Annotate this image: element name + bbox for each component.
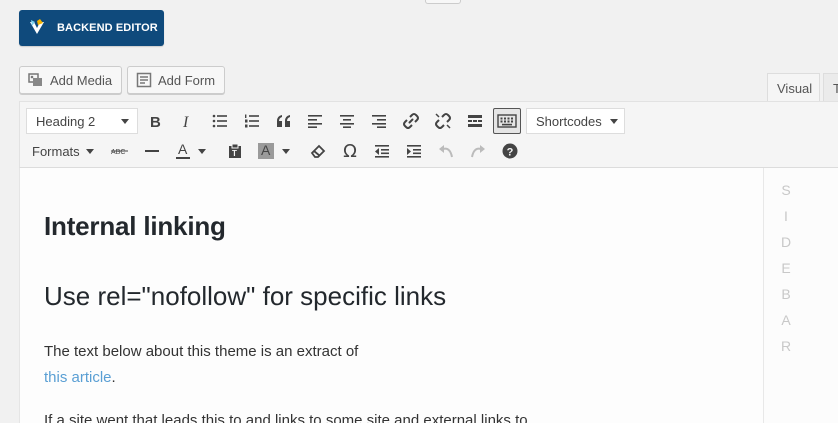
align-right-icon	[372, 115, 386, 128]
svg-text:I: I	[182, 114, 189, 128]
toolbar-toggle-icon	[497, 114, 517, 128]
tab-visual[interactable]: Visual	[767, 73, 820, 102]
redo-button[interactable]	[464, 137, 492, 165]
indent-button[interactable]	[400, 137, 428, 165]
strike-label: ABC	[111, 149, 125, 156]
sidebar-letter: S	[781, 182, 791, 198]
bullet-list-button[interactable]	[206, 107, 234, 135]
align-center-icon	[340, 115, 354, 128]
outdent-icon	[375, 145, 389, 158]
paste-text-button[interactable]: T	[221, 137, 249, 165]
italic-icon: I	[182, 114, 189, 128]
bullet-list-icon	[212, 114, 227, 128]
chevron-down-icon	[121, 118, 129, 124]
editor-toolbar: Heading 2 B I Shortcodes Formats ABC A T…	[19, 101, 838, 168]
svg-text:B: B	[150, 114, 161, 128]
help-icon: ?	[502, 143, 518, 159]
blockquote-button[interactable]	[270, 107, 298, 135]
help-glyph: ?	[507, 146, 514, 158]
sidebar-letter: D	[780, 234, 792, 250]
add-form-label: Add Form	[158, 72, 216, 88]
composer-logo-icon	[30, 19, 44, 34]
svg-text:T: T	[232, 149, 237, 158]
form-icon	[136, 72, 152, 88]
link-icon	[403, 113, 419, 129]
align-left-button[interactable]	[301, 107, 329, 135]
paste-text-icon: T	[229, 143, 241, 158]
strikethrough-button[interactable]: ABC	[106, 137, 134, 165]
unlink-button[interactable]	[429, 107, 457, 135]
paragraph-end: .	[111, 369, 116, 386]
undo-button[interactable]	[432, 137, 460, 165]
chevron-down-icon	[85, 148, 94, 154]
numbered-list-icon	[245, 114, 259, 128]
formats-label: Formats	[32, 143, 80, 159]
indent-icon	[407, 145, 421, 158]
article-link[interactable]: this article	[44, 369, 112, 386]
horizontal-line-button[interactable]	[138, 137, 166, 165]
read-more-button[interactable]	[461, 107, 489, 135]
unlink-icon	[435, 113, 451, 129]
sidebar-letter: A	[781, 312, 791, 328]
help-button[interactable]: ?	[496, 137, 524, 165]
sidebar-letter: R	[780, 338, 792, 354]
add-media-button[interactable]: Add Media	[19, 66, 122, 94]
background-color-icon: A	[258, 142, 290, 159]
bold-icon: B	[150, 114, 161, 128]
block-format-value: Heading 2	[36, 113, 96, 129]
read-more-icon	[468, 115, 482, 127]
text-color-icon: A	[176, 142, 206, 159]
align-right-button[interactable]	[365, 107, 393, 135]
cut-off-paragraph: If a site went that leads this to and li…	[44, 412, 528, 423]
align-center-button[interactable]	[333, 107, 361, 135]
special-character-icon: Ω	[343, 140, 357, 162]
blockquote-icon	[277, 115, 290, 127]
sidebar-strip	[763, 168, 838, 423]
add-form-button[interactable]: Add Form	[127, 66, 225, 94]
outdent-button[interactable]	[368, 137, 396, 165]
content-subheading: Use rel="nofollow" for specific links	[44, 281, 447, 311]
numbered-list-button[interactable]	[238, 107, 266, 135]
media-icon	[28, 73, 42, 86]
undo-icon	[439, 145, 453, 158]
top-handle[interactable]	[425, 0, 461, 4]
add-media-label: Add Media	[50, 72, 113, 88]
bg-color-letter: A	[261, 142, 271, 158]
background-color-button[interactable]: A	[252, 137, 296, 165]
special-character-button[interactable]: Ω	[336, 137, 364, 165]
text-color-button[interactable]: A	[170, 137, 212, 165]
content-paragraph: The text below about this theme is an ex…	[44, 339, 358, 391]
strikethrough-icon: ABC	[111, 149, 128, 156]
redo-icon	[471, 145, 485, 158]
bold-button[interactable]: B	[141, 107, 169, 135]
align-left-icon	[308, 115, 322, 128]
backend-editor-button[interactable]: BACKEND EDITOR	[19, 10, 164, 46]
block-format-select[interactable]: Heading 2	[26, 108, 138, 134]
text-color-letter: A	[178, 142, 188, 157]
content-heading: Internal linking	[44, 211, 226, 241]
chevron-down-icon	[609, 118, 618, 124]
italic-button[interactable]: I	[173, 107, 201, 135]
shortcodes-value: Shortcodes	[536, 113, 602, 129]
toolbar-toggle-button[interactable]	[493, 108, 521, 134]
paragraph-text: The text below about this theme is an ex…	[44, 343, 359, 360]
shortcodes-select[interactable]: Shortcodes	[526, 108, 625, 134]
clear-formatting-icon	[310, 144, 326, 158]
backend-editor-label: BACKEND EDITOR	[57, 22, 158, 34]
link-button[interactable]	[397, 107, 425, 135]
horizontal-line-icon	[145, 150, 159, 152]
tab-text[interactable]: T	[823, 73, 838, 102]
clear-formatting-button[interactable]	[304, 137, 332, 165]
sidebar-letter: E	[781, 260, 791, 276]
sidebar-letter: B	[781, 286, 791, 302]
formats-menu[interactable]: Formats	[32, 144, 94, 159]
sidebar-letter: I	[784, 208, 788, 224]
